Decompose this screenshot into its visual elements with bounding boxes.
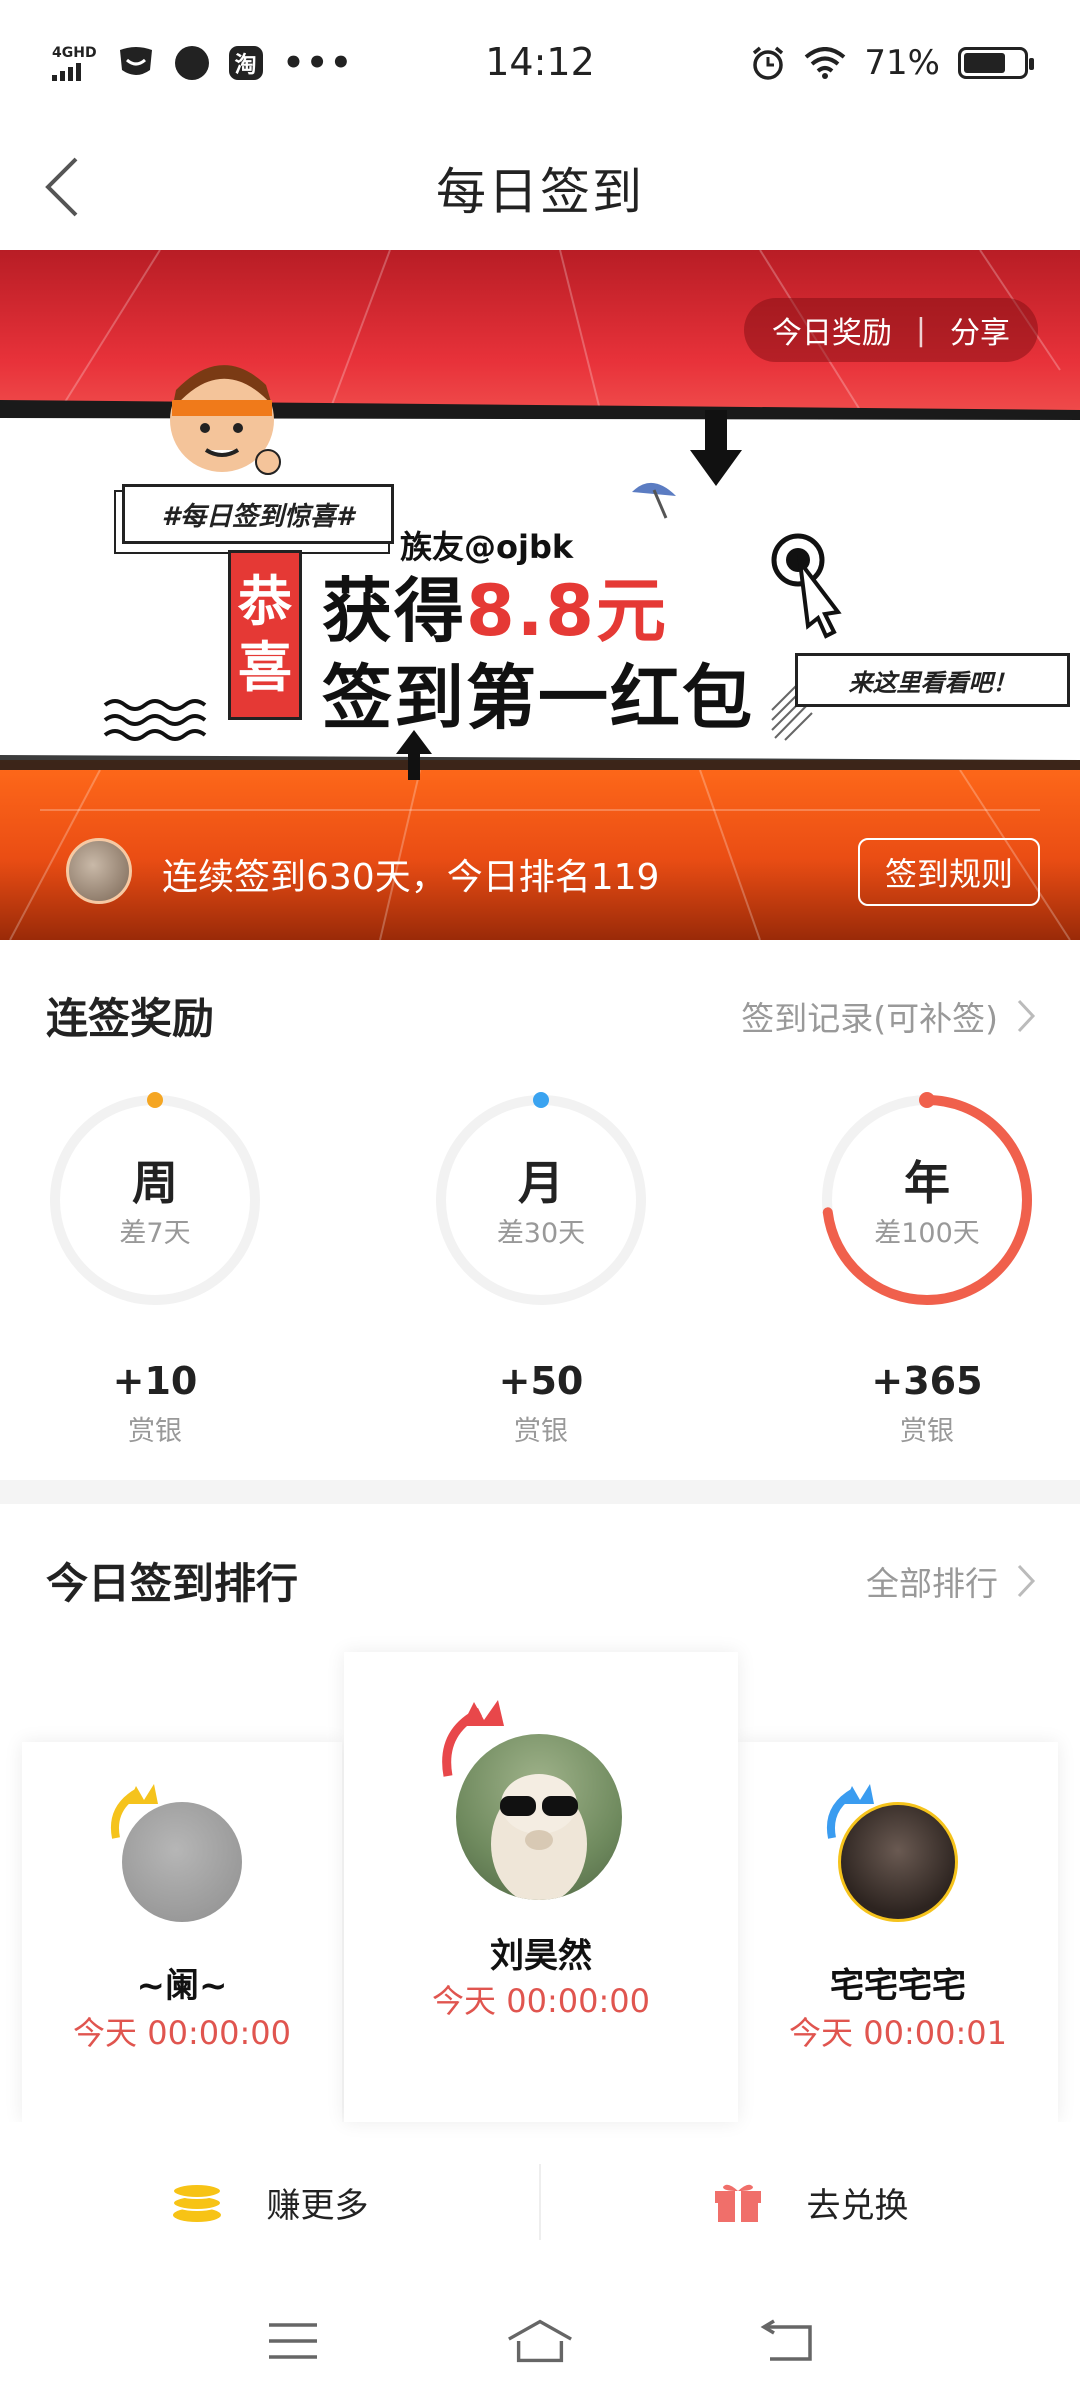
rank-card-third[interactable]: 宅宅宅宅 今天 00:00:01: [738, 1742, 1058, 2122]
share-button[interactable]: 分享: [950, 308, 1010, 352]
system-navigation-bar: [0, 2282, 1080, 2400]
banner-headline-1: 获得8.8元: [322, 555, 668, 656]
all-ranking-label: 全部排行: [866, 1563, 998, 1603]
ring-period-label: 月: [518, 1156, 564, 1210]
banner-tag: #每日签到惊喜#: [122, 484, 394, 544]
exchange-button[interactable]: 去兑换: [541, 2178, 1080, 2227]
alpaca-image: [491, 1774, 587, 1900]
sign-in-banner[interactable]: 今日奖励 | 分享 #每日签到惊喜# 恭 喜 族友@ojbk 获得8.8元 签到…: [0, 250, 1080, 940]
ring-period-label: 周: [132, 1156, 178, 1210]
chevron-right-icon: [1017, 1564, 1036, 1597]
streak-reward-item: 年差100天 +365 赏银: [812, 1085, 1042, 1448]
bottom-action-bar: 赚更多 去兑换: [0, 2122, 1080, 2282]
sign-in-record-label: 签到记录(可补签): [741, 998, 998, 1038]
streak-rewards-header: 连签奖励 签到记录(可补签): [46, 985, 1036, 1046]
ring-start-dot: [919, 1092, 935, 1108]
battery-icon: [958, 46, 1034, 79]
sign-in-rules-button[interactable]: 签到规则: [858, 838, 1040, 906]
ring-remaining-label: 差30天: [496, 1218, 586, 1249]
home-icon: [508, 2319, 572, 2363]
back-system-button[interactable]: [752, 2311, 822, 2371]
rank-name: 宅宅宅宅: [830, 1966, 966, 2006]
section-divider: [0, 1480, 1080, 1504]
rank-card-second[interactable]: ~阑~ 今天 00:00:00: [22, 1742, 342, 2122]
ring-reward-value: +365: [871, 1359, 983, 1403]
avatar: [122, 1802, 242, 1922]
come-see-tag: 来这里看看吧！: [795, 653, 1070, 707]
status-bar: 4GHD 淘 ••• 14:12 71%: [0, 0, 1080, 125]
ring-reward-value: +50: [498, 1359, 584, 1403]
clock: 14:12: [485, 40, 595, 84]
coins-icon: [171, 2183, 222, 2222]
streak-rewards-title: 连签奖励: [46, 994, 215, 1043]
congrats-badge: 恭 喜: [228, 550, 302, 720]
streak-summary: 连续签到630天，今日排名119: [162, 857, 660, 898]
exchange-label: 去兑换: [806, 2185, 909, 2226]
avatar: [838, 1802, 958, 1922]
nav-header: 每日签到: [0, 125, 1080, 250]
home-button[interactable]: [505, 2311, 575, 2371]
recent-apps-button[interactable]: [258, 2311, 328, 2371]
back-button[interactable]: [22, 147, 102, 227]
ranking-title: 今日签到排行: [46, 1559, 299, 1608]
ring-remaining-label: 差100天: [874, 1218, 980, 1249]
congrats-char-2: 喜: [238, 636, 292, 699]
rank-time: 今天 00:00:00: [73, 2014, 291, 2052]
rank-name: 刘昊然: [490, 1936, 592, 1976]
all-ranking-link[interactable]: 全部排行: [866, 1557, 1036, 1605]
avatar: [456, 1734, 622, 1900]
ranking-header: 今日签到排行 全部排行: [46, 1550, 1036, 1611]
rank-card-first[interactable]: 刘昊然 今天 00:00:00: [344, 1652, 738, 2122]
ring-start-dot: [533, 1092, 549, 1108]
headline-prefix: 获得: [322, 570, 466, 652]
chevron-right-icon: [1017, 999, 1036, 1032]
ring-reward-unit: 赏银: [128, 1416, 182, 1447]
ring-reward-unit: 赏银: [900, 1416, 954, 1447]
menu-icon: [269, 2323, 318, 2359]
rank-time: 今天 00:00:00: [432, 1982, 650, 2020]
rank-name: ~阑~: [136, 1966, 228, 2006]
today-reward-button[interactable]: 今日奖励: [772, 308, 892, 352]
reward-share-pill: 今日奖励 | 分享: [743, 298, 1038, 362]
gift-icon: [714, 2184, 761, 2222]
ring-reward-unit: 赏银: [514, 1416, 568, 1447]
ring-period-label: 年: [904, 1156, 950, 1210]
pill-separator: |: [915, 312, 926, 348]
rank-time: 今天 00:00:01: [789, 2014, 1007, 2052]
chevron-left-icon: [45, 157, 78, 217]
sign-in-record-link[interactable]: 签到记录(可补签): [741, 992, 1036, 1040]
banner-headline-2: 签到第一红包: [322, 657, 754, 739]
streak-reward-item: 周差7天 +10 赏银: [40, 1085, 270, 1448]
back-arrow-icon: [760, 2319, 812, 2361]
streak-reward-item: 月差30天 +50 赏银: [426, 1085, 656, 1448]
ring-reward-value: +10: [112, 1359, 198, 1403]
progress-ring: 月差30天: [426, 1085, 656, 1315]
earn-more-label: 赚更多: [266, 2185, 369, 2226]
congrats-char-1: 恭: [238, 570, 292, 633]
ring-start-dot: [147, 1092, 163, 1108]
user-avatar: [66, 838, 132, 904]
headline-amount: 8.8元: [466, 570, 669, 652]
progress-ring: 周差7天: [40, 1085, 270, 1315]
progress-ring: 年差100天: [812, 1085, 1042, 1315]
battery-level: [964, 52, 1006, 73]
earn-more-button[interactable]: 赚更多: [0, 2178, 539, 2227]
page-title: 每日签到: [436, 162, 644, 221]
ring-remaining-label: 差7天: [119, 1218, 191, 1249]
